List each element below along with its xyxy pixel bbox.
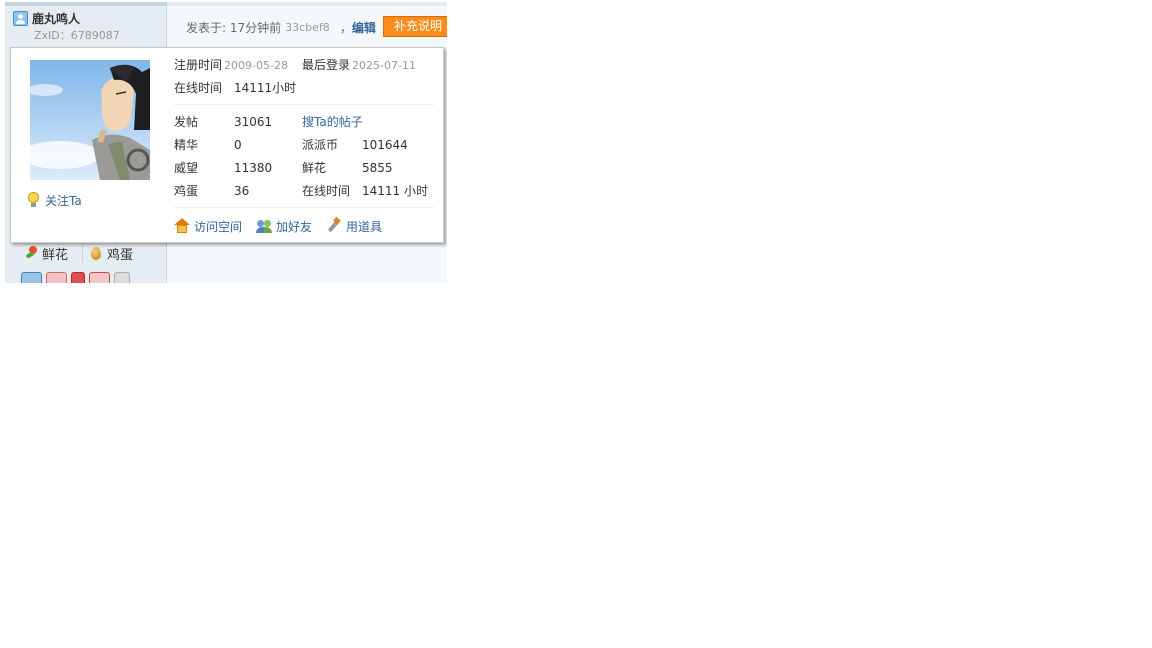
popup-actions: 访问空间 加好友 用道具 [174,216,396,236]
visit-space-label: 访问空间 [194,219,243,234]
avatar[interactable] [30,60,150,180]
give-flower-button[interactable]: 鲜花 [25,243,68,263]
online-time-value: 14111小时 [234,79,296,97]
follow-button[interactable]: 关注Ta [27,192,82,208]
author-zxid: ZxID：6789087 [34,29,120,42]
online2-label: 在线时间 [302,184,351,198]
medal-list [21,272,130,283]
throw-egg-button[interactable]: 鸡蛋 [91,243,133,263]
meta-separator: ， [339,20,352,35]
throw-egg-label: 鸡蛋 [107,247,134,263]
medal-icon[interactable] [89,272,110,283]
use-item-label: 用道具 [346,219,383,234]
flowers-label: 鲜花 [302,161,327,175]
add-friend-button[interactable]: 加好友 [256,218,312,235]
egg-icon [91,246,102,260]
digest-label: 精华 [174,138,199,152]
sidebar-top-border [5,2,166,6]
supplement-button[interactable]: 补充说明 [383,16,447,37]
post-meta: 发表于: 17分钟前 33cbef8 ， 编辑 [186,18,376,36]
posts-value: 31061 [234,115,273,129]
prestige-label: 威望 [174,161,199,175]
online-time-row: 在线时间 [174,79,222,97]
last-login-label: 最后登录 [302,58,351,72]
posted-time: 发表于: 17分钟前 [186,20,282,35]
bulb-icon [27,192,40,208]
online2-value: 14111 小时 [362,184,428,198]
register-label: 注册时间 [174,58,223,72]
flower-icon [25,246,39,260]
flowers-value: 5855 [362,161,393,175]
avatar-image [30,60,150,180]
search-posts-link[interactable]: 搜Ta的帖子 [302,113,363,131]
user-info-popup: 关注Ta 注册时间 2009-05-28 最后登录 2025-07-11 在线时间 … [10,47,444,243]
home-icon [174,218,191,234]
edit-link[interactable]: 编辑 [352,19,376,36]
post-hash: 33cbef8 [285,20,330,34]
register-time-row: 注册时间 2009-05-28 [174,56,288,74]
author-row[interactable]: 鹿丸鸣人 [13,10,80,26]
divider [174,207,434,208]
follow-label: 关注Ta [45,193,82,208]
sidebar-actions: 鲜花 鸡蛋 [5,242,166,264]
divider [174,104,434,105]
post-container: 鹿丸鸣人 ZxID：6789087 鲜花 鸡蛋 发表于: 17分钟前 33cbe… [5,2,447,283]
online-label: 在线时间 [174,81,223,95]
add-friend-label: 加好友 [276,219,313,234]
eggs-value: 36 [234,184,250,198]
give-flower-label: 鲜花 [42,247,69,263]
posts-label: 发帖 [174,115,199,129]
online-value: 14111小时 [234,81,297,95]
eggs-label: 鸡蛋 [174,184,199,198]
coins-value: 101644 [362,138,408,152]
digest-value: 0 [234,138,242,152]
content-top-border [167,2,447,6]
last-login-row: 最后登录 2025-07-11 [302,56,416,74]
visit-space-button[interactable]: 访问空间 [174,218,242,235]
add-friend-icon [256,218,273,234]
medal-icon[interactable] [21,272,42,283]
medal-icon[interactable] [46,272,67,283]
prestige-value: 11380 [234,161,273,175]
user-icon [13,10,28,26]
coins-label: 派派币 [302,138,339,152]
medal-icon[interactable] [71,272,85,283]
last-login-date: 2025-07-11 [352,59,416,72]
author-name[interactable]: 鹿丸鸣人 [32,10,80,27]
register-date: 2009-05-28 [224,59,288,72]
tool-icon [326,218,342,234]
use-item-button[interactable]: 用道具 [326,218,382,235]
divider [82,244,84,262]
medal-icon[interactable] [114,272,130,283]
